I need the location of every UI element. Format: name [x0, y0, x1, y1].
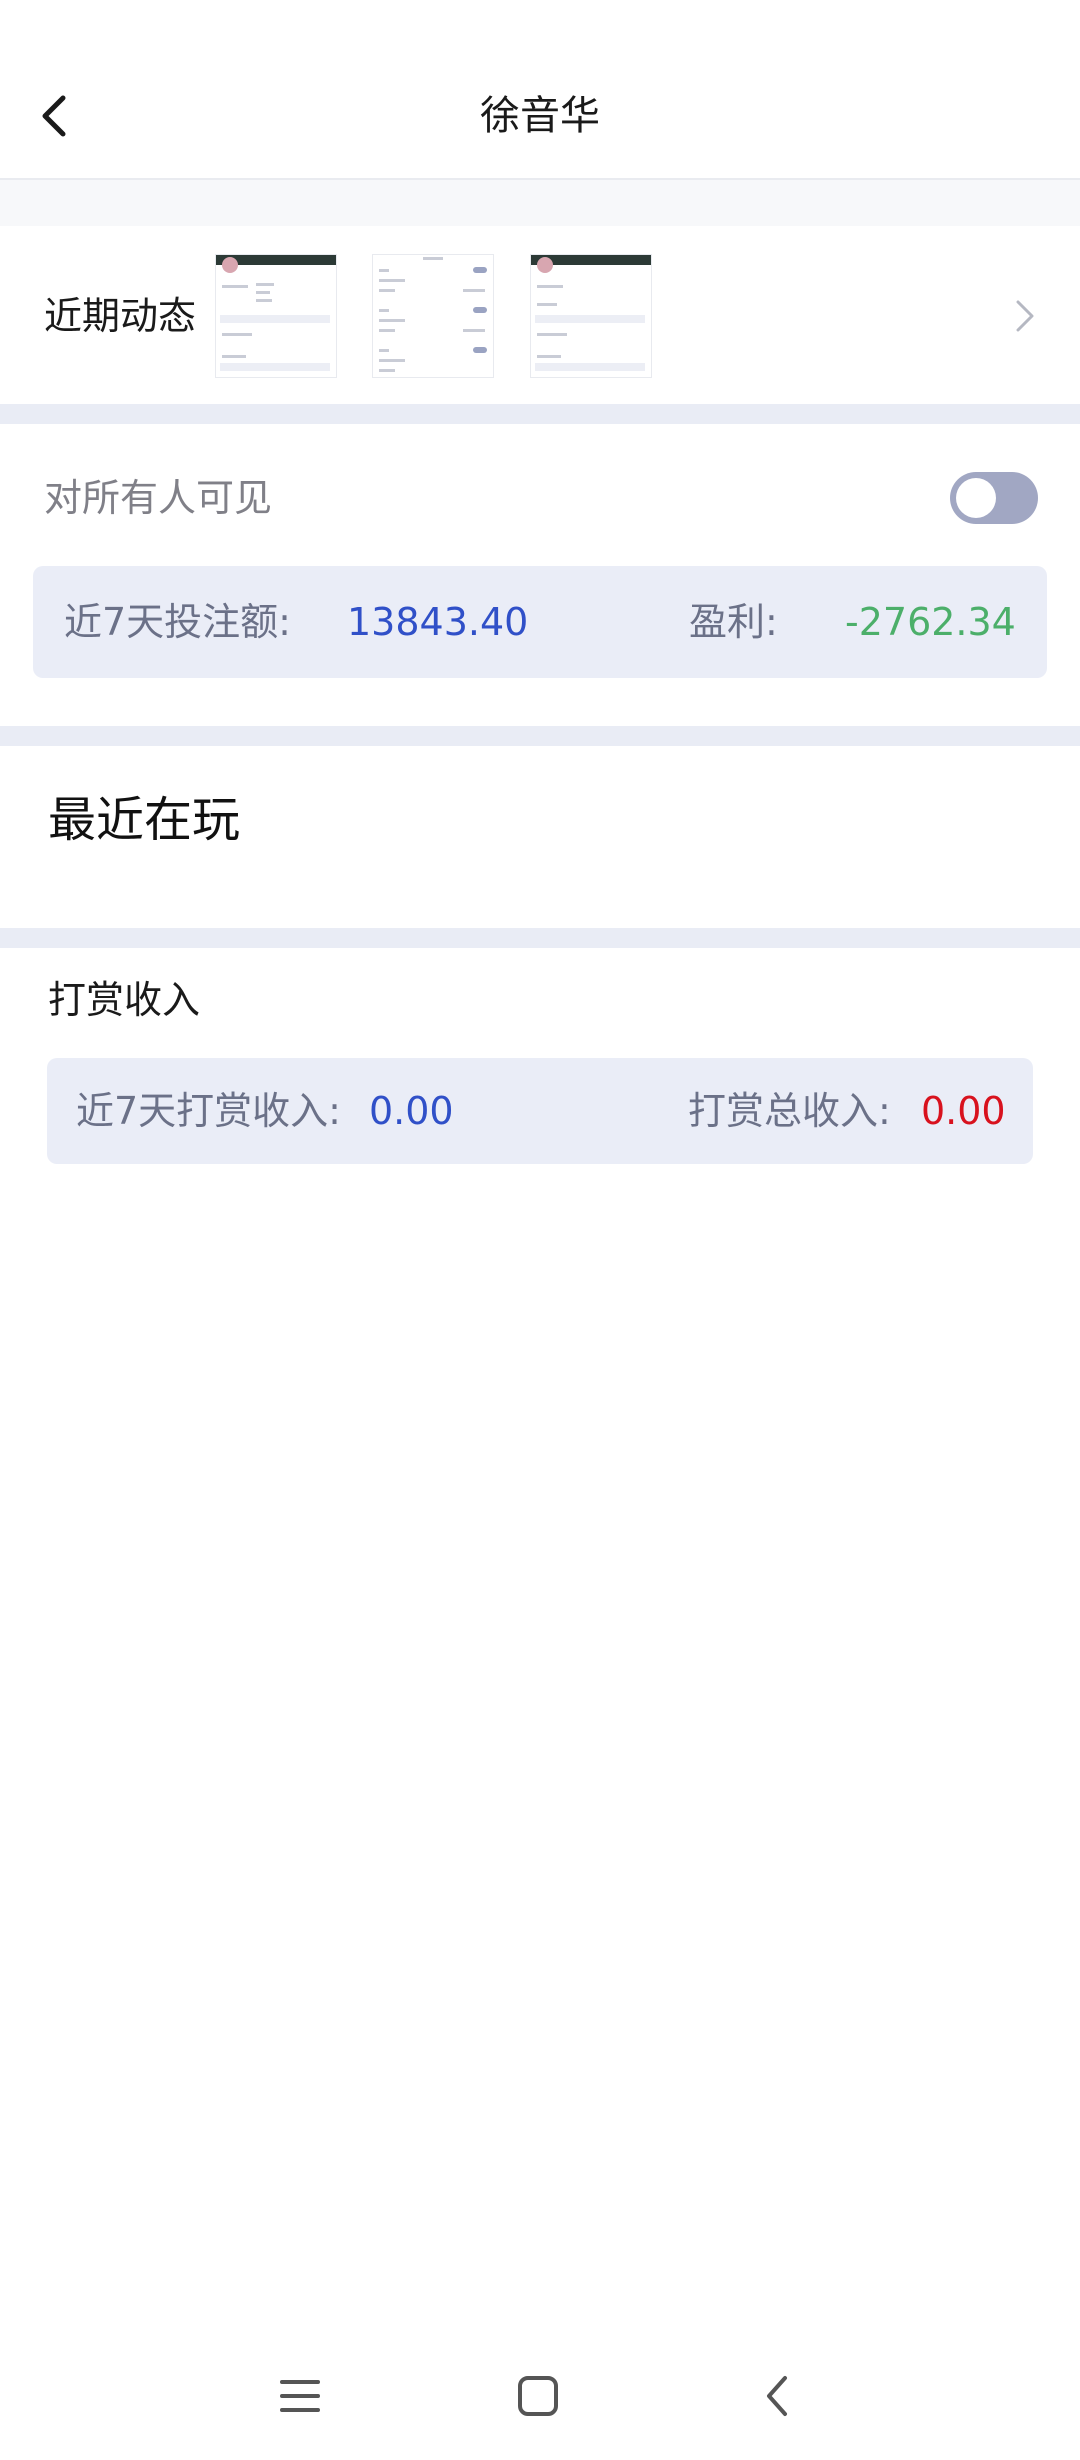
- activity-thumbnail[interactable]: [215, 254, 337, 378]
- menu-icon: [280, 2380, 320, 2412]
- seven-day-tip-label: 近7天打赏收入:: [76, 1089, 341, 1133]
- visibility-label: 对所有人可见: [44, 476, 273, 520]
- header-gap: [0, 180, 1080, 226]
- bet-amount-value: 13843.40: [347, 600, 529, 644]
- system-back-button[interactable]: [738, 2364, 818, 2428]
- page-title: 徐音华: [480, 93, 600, 139]
- bet-amount-label: 近7天投注额:: [64, 600, 291, 644]
- menu-button[interactable]: [260, 2364, 340, 2428]
- home-button[interactable]: [498, 2364, 578, 2428]
- toggle-knob: [956, 478, 996, 518]
- seven-day-tip-value: 0.00: [369, 1089, 454, 1133]
- back-icon: [767, 2376, 787, 2416]
- section-divider: [0, 404, 1080, 424]
- profit-label: 盈利:: [689, 600, 778, 644]
- total-tip-label: 打赏总收入:: [688, 1089, 891, 1133]
- chevron-right-icon[interactable]: [1010, 296, 1040, 336]
- visibility-toggle[interactable]: [950, 472, 1038, 524]
- recent-activity-label: 近期动态: [44, 294, 197, 338]
- activity-thumbnail[interactable]: [530, 254, 652, 378]
- section-divider: [0, 928, 1080, 948]
- profit-value: -2762.34: [845, 600, 1016, 644]
- home-icon: [518, 2376, 558, 2416]
- recent-playing-title: 最近在玩: [48, 792, 241, 848]
- tip-income-title: 打赏收入: [48, 978, 201, 1022]
- activity-thumbnail[interactable]: [372, 254, 494, 378]
- total-tip-value: 0.00: [921, 1089, 1006, 1133]
- section-divider: [0, 726, 1080, 746]
